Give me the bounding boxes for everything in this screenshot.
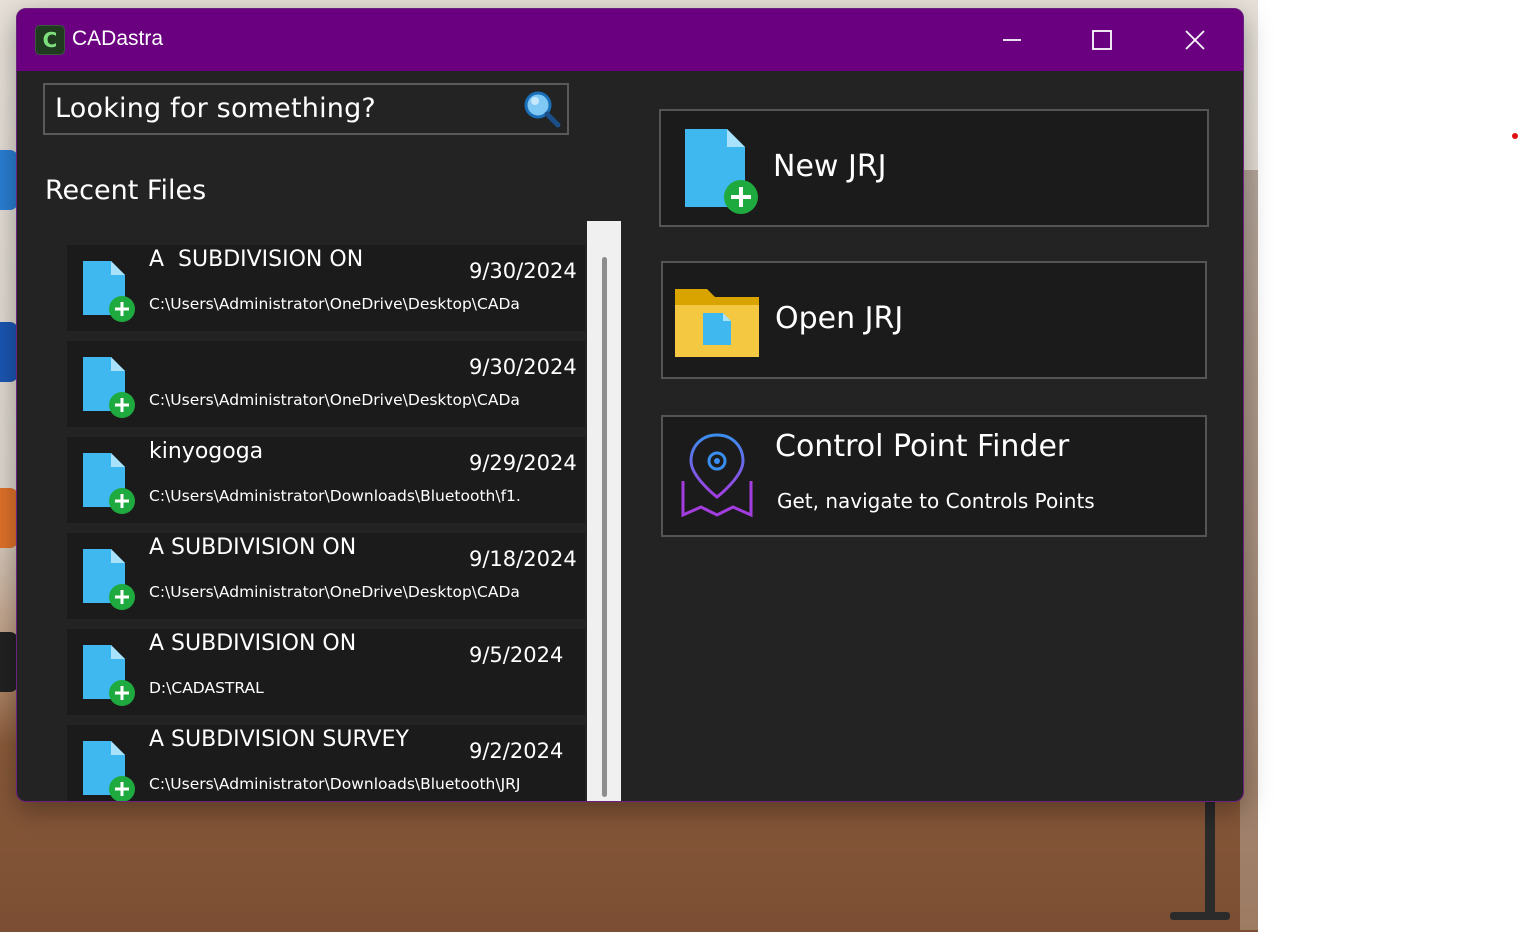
new-file-icon bbox=[83, 357, 135, 418]
recent-file-item[interactable]: A SUBDIVISION ON 9/30/2024 C:\Users\Admi… bbox=[67, 245, 585, 331]
table-leg bbox=[1205, 800, 1215, 920]
recent-file-date: 9/5/2024 bbox=[469, 643, 564, 667]
recent-file-name: A SUBDIVISION SURVEY bbox=[149, 727, 409, 752]
recent-files-scrollbar[interactable] bbox=[587, 221, 621, 801]
magnifier-icon[interactable] bbox=[521, 89, 563, 129]
new-jrj-button[interactable]: New JRJ bbox=[659, 109, 1209, 227]
maximize-button[interactable] bbox=[1057, 9, 1147, 71]
recent-file-item[interactable]: A SUBDIVISION ON 9/5/2024 D:\CADASTRAL bbox=[67, 629, 585, 715]
recent-files-heading: Recent Files bbox=[45, 175, 207, 206]
recent-file-path: C:\Users\Administrator\OneDrive\Desktop\… bbox=[149, 391, 520, 409]
close-button[interactable] bbox=[1150, 9, 1240, 71]
recent-file-path: D:\CADASTRAL bbox=[149, 679, 264, 697]
recent-file-name: A SUBDIVISION ON bbox=[149, 631, 357, 656]
search-placeholder[interactable]: Looking for something? bbox=[55, 93, 376, 124]
recent-file-date: 9/29/2024 bbox=[469, 451, 577, 475]
recent-files-list: A SUBDIVISION ON 9/30/2024 C:\Users\Admi… bbox=[67, 245, 585, 801]
scrollbar-thumb[interactable] bbox=[602, 257, 607, 797]
minimize-button[interactable] bbox=[967, 9, 1057, 71]
open-jrj-button[interactable]: Open JRJ bbox=[661, 261, 1207, 379]
close-icon bbox=[1185, 30, 1205, 50]
recent-file-item[interactable]: 9/30/2024 C:\Users\Administrator\OneDriv… bbox=[67, 341, 585, 427]
red-dot bbox=[1512, 133, 1518, 139]
new-file-icon bbox=[83, 645, 135, 706]
new-file-icon bbox=[83, 549, 135, 610]
app-logo-icon: C bbox=[35, 25, 65, 55]
new-jrj-label: New JRJ bbox=[773, 149, 887, 184]
map-pin-icon bbox=[681, 433, 753, 518]
control-point-finder-label: Control Point Finder bbox=[775, 429, 1070, 464]
window-title: CADastra bbox=[72, 27, 164, 50]
new-file-icon bbox=[83, 741, 135, 801]
recent-file-path: C:\Users\Administrator\OneDrive\Desktop\… bbox=[149, 583, 520, 601]
recent-file-path: C:\Users\Administrator\OneDrive\Desktop\… bbox=[149, 295, 520, 313]
recent-file-name: kinyogoga bbox=[149, 439, 264, 464]
control-point-finder-subtitle: Get, navigate to Controls Points bbox=[777, 489, 1095, 513]
recent-file-item[interactable]: A SUBDIVISION SURVEY 9/2/2024 C:\Users\A… bbox=[67, 725, 585, 801]
title-bar[interactable]: C CADastra bbox=[17, 9, 1243, 71]
recent-file-date: 9/2/2024 bbox=[469, 739, 564, 763]
new-file-icon bbox=[685, 129, 758, 214]
recent-file-path: C:\Users\Administrator\Downloads\Bluetoo… bbox=[149, 487, 521, 505]
recent-file-name: A SUBDIVISION ON bbox=[149, 535, 357, 560]
new-file-icon bbox=[83, 261, 135, 322]
table-foot bbox=[1170, 912, 1230, 920]
recent-file-item[interactable]: A SUBDIVISION ON 9/18/2024 C:\Users\Admi… bbox=[67, 533, 585, 619]
recent-file-item[interactable]: kinyogoga 9/29/2024 C:\Users\Administrat… bbox=[67, 437, 585, 523]
new-file-icon bbox=[83, 453, 135, 514]
recent-file-name: A SUBDIVISION ON bbox=[149, 247, 364, 272]
search-box[interactable]: Looking for something? bbox=[43, 83, 569, 135]
minimize-icon bbox=[1003, 39, 1021, 41]
open-jrj-label: Open JRJ bbox=[775, 301, 904, 336]
maximize-icon bbox=[1092, 30, 1112, 50]
control-point-finder-button[interactable]: Control Point Finder Get, navigate to Co… bbox=[661, 415, 1207, 537]
app-window: C CADastra Looking for something? Recent… bbox=[16, 8, 1244, 802]
folder-icon bbox=[675, 289, 759, 357]
recent-file-path: C:\Users\Administrator\Downloads\Bluetoo… bbox=[149, 775, 521, 793]
recent-file-date: 9/30/2024 bbox=[469, 259, 577, 283]
recent-file-date: 9/30/2024 bbox=[469, 355, 577, 379]
recent-file-date: 9/18/2024 bbox=[469, 547, 577, 571]
